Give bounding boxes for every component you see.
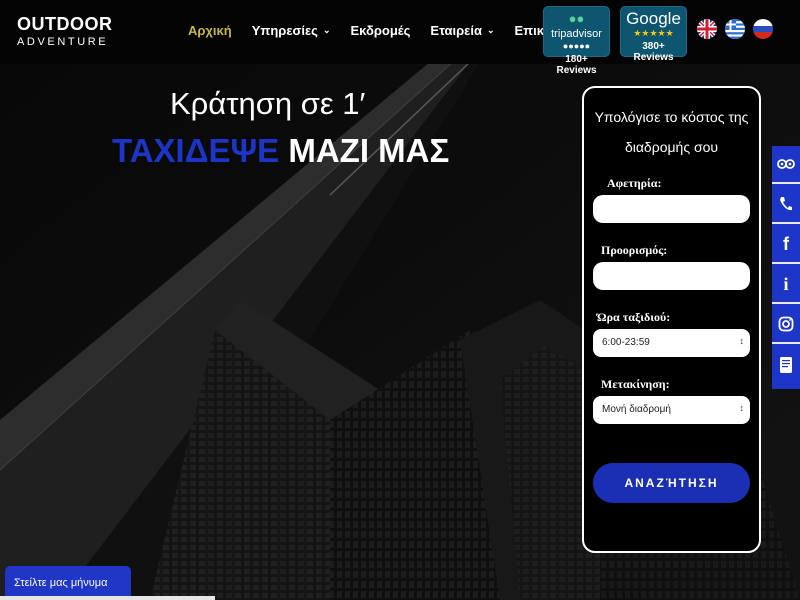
trip-cost-form: Υπολόγισε το κόστος της διαδρομής σου Αφ… xyxy=(582,86,761,553)
greece-flag-icon[interactable] xyxy=(725,19,745,39)
site-header: OUTDOOR ADVENTURE Αρχική Υπηρεσίες ⌄ Εκδρ… xyxy=(0,0,800,76)
time-select[interactable]: 6:00-23:59 ↕ xyxy=(593,329,750,357)
time-label: Ώρα ταξιδιού: xyxy=(597,310,671,324)
chat-widget-button[interactable]: Στείλτε μας μήνυμα xyxy=(5,566,131,600)
hero-title: Κράτηση σε 1′ xyxy=(170,86,366,121)
info-icon[interactable]: i xyxy=(772,266,800,304)
transfer-select-value: Μονή διαδρομή xyxy=(602,404,671,415)
tripadvisor-name: tripadvisor xyxy=(551,28,602,40)
hero-subtitle-blue: ΤΑΧΙΔΕΨΕ xyxy=(112,132,280,169)
nav-item-tours[interactable]: Εκδρομές xyxy=(350,23,410,38)
google-logo: Google xyxy=(626,9,681,28)
page: OUTDOOR ADVENTURE Αρχική Υπηρεσίες ⌄ Εκδρ… xyxy=(0,0,800,600)
transfer-select[interactable]: Μονή διαδρομή ↕ xyxy=(593,396,750,424)
facebook-icon[interactable]: f xyxy=(772,226,800,264)
nav-label: Υπηρεσίες xyxy=(251,23,318,38)
book-icon[interactable] xyxy=(772,346,800,384)
logo-line1: OUTDOOR xyxy=(17,14,113,34)
tripadvisor-icon[interactable] xyxy=(772,146,800,184)
transfer-label: Μετακίνηση: xyxy=(601,377,670,391)
chevron-updown-icon: ↕ xyxy=(739,403,745,413)
chevron-updown-icon: ↕ xyxy=(739,336,745,346)
form-title-line1: Υπολόγισε το κόστος της xyxy=(594,109,749,125)
side-social-bar: f i xyxy=(772,146,800,389)
google-reviews: 380+ Reviews xyxy=(633,41,674,63)
time-select-value: 6:00-23:59 xyxy=(602,337,650,348)
nav-item-home[interactable]: Αρχική xyxy=(188,23,232,38)
star-rating-icon: ★★★★★ xyxy=(633,28,674,38)
tripadvisor-badge[interactable]: ●● tripadvisor ●●●●● 180+ Reviews xyxy=(543,6,610,76)
tripadvisor-reviews: 180+ Reviews xyxy=(556,54,597,76)
rating-circles-icon: ●●●●● xyxy=(562,41,591,51)
form-title-line2: διαδρομής σου xyxy=(624,139,719,155)
google-badge[interactable]: Google ★★★★★ 380+ Reviews xyxy=(620,6,687,63)
nav-label: Αρχική xyxy=(188,23,232,38)
logo[interactable]: OUTDOOR ADVENTURE xyxy=(17,15,113,49)
logo-line2: ADVENTURE xyxy=(17,36,109,48)
nav-item-services[interactable]: Υπηρεσίες ⌄ xyxy=(252,23,331,38)
instagram-icon[interactable] xyxy=(772,306,800,344)
horizontal-scrollbar[interactable] xyxy=(0,596,215,600)
destination-input[interactable] xyxy=(593,262,750,290)
uk-flag-icon[interactable] xyxy=(697,19,717,39)
chevron-down-icon: ⌄ xyxy=(486,25,495,35)
chevron-down-icon: ⌄ xyxy=(322,25,331,35)
hero-subtitle: ΤΑΧΙΔΕΨΕ ΜΑΖΙ ΜΑΣ xyxy=(112,132,449,170)
nav-label: Εκδρομές xyxy=(350,23,411,38)
destination-label: Προορισμός: xyxy=(601,243,668,257)
tripadvisor-logo: ●● tripadvisor xyxy=(544,12,609,41)
form-title: Υπολόγισε το κόστος της διαδρομής σου xyxy=(590,102,753,162)
nav-label: Εταιρεία xyxy=(430,23,482,38)
owl-icon: ●● xyxy=(568,11,585,26)
phone-icon[interactable] xyxy=(772,186,800,224)
departure-label: Αφετηρία: xyxy=(607,176,662,190)
russia-flag-icon[interactable] xyxy=(753,19,773,39)
nav-item-company[interactable]: Εταιρεία ⌄ xyxy=(430,23,494,38)
departure-input[interactable] xyxy=(593,195,750,223)
hero-subtitle-white: ΜΑΖΙ ΜΑΣ xyxy=(288,132,450,169)
search-button[interactable]: ΑΝΑΖΉΤΗΣΗ xyxy=(593,463,750,503)
